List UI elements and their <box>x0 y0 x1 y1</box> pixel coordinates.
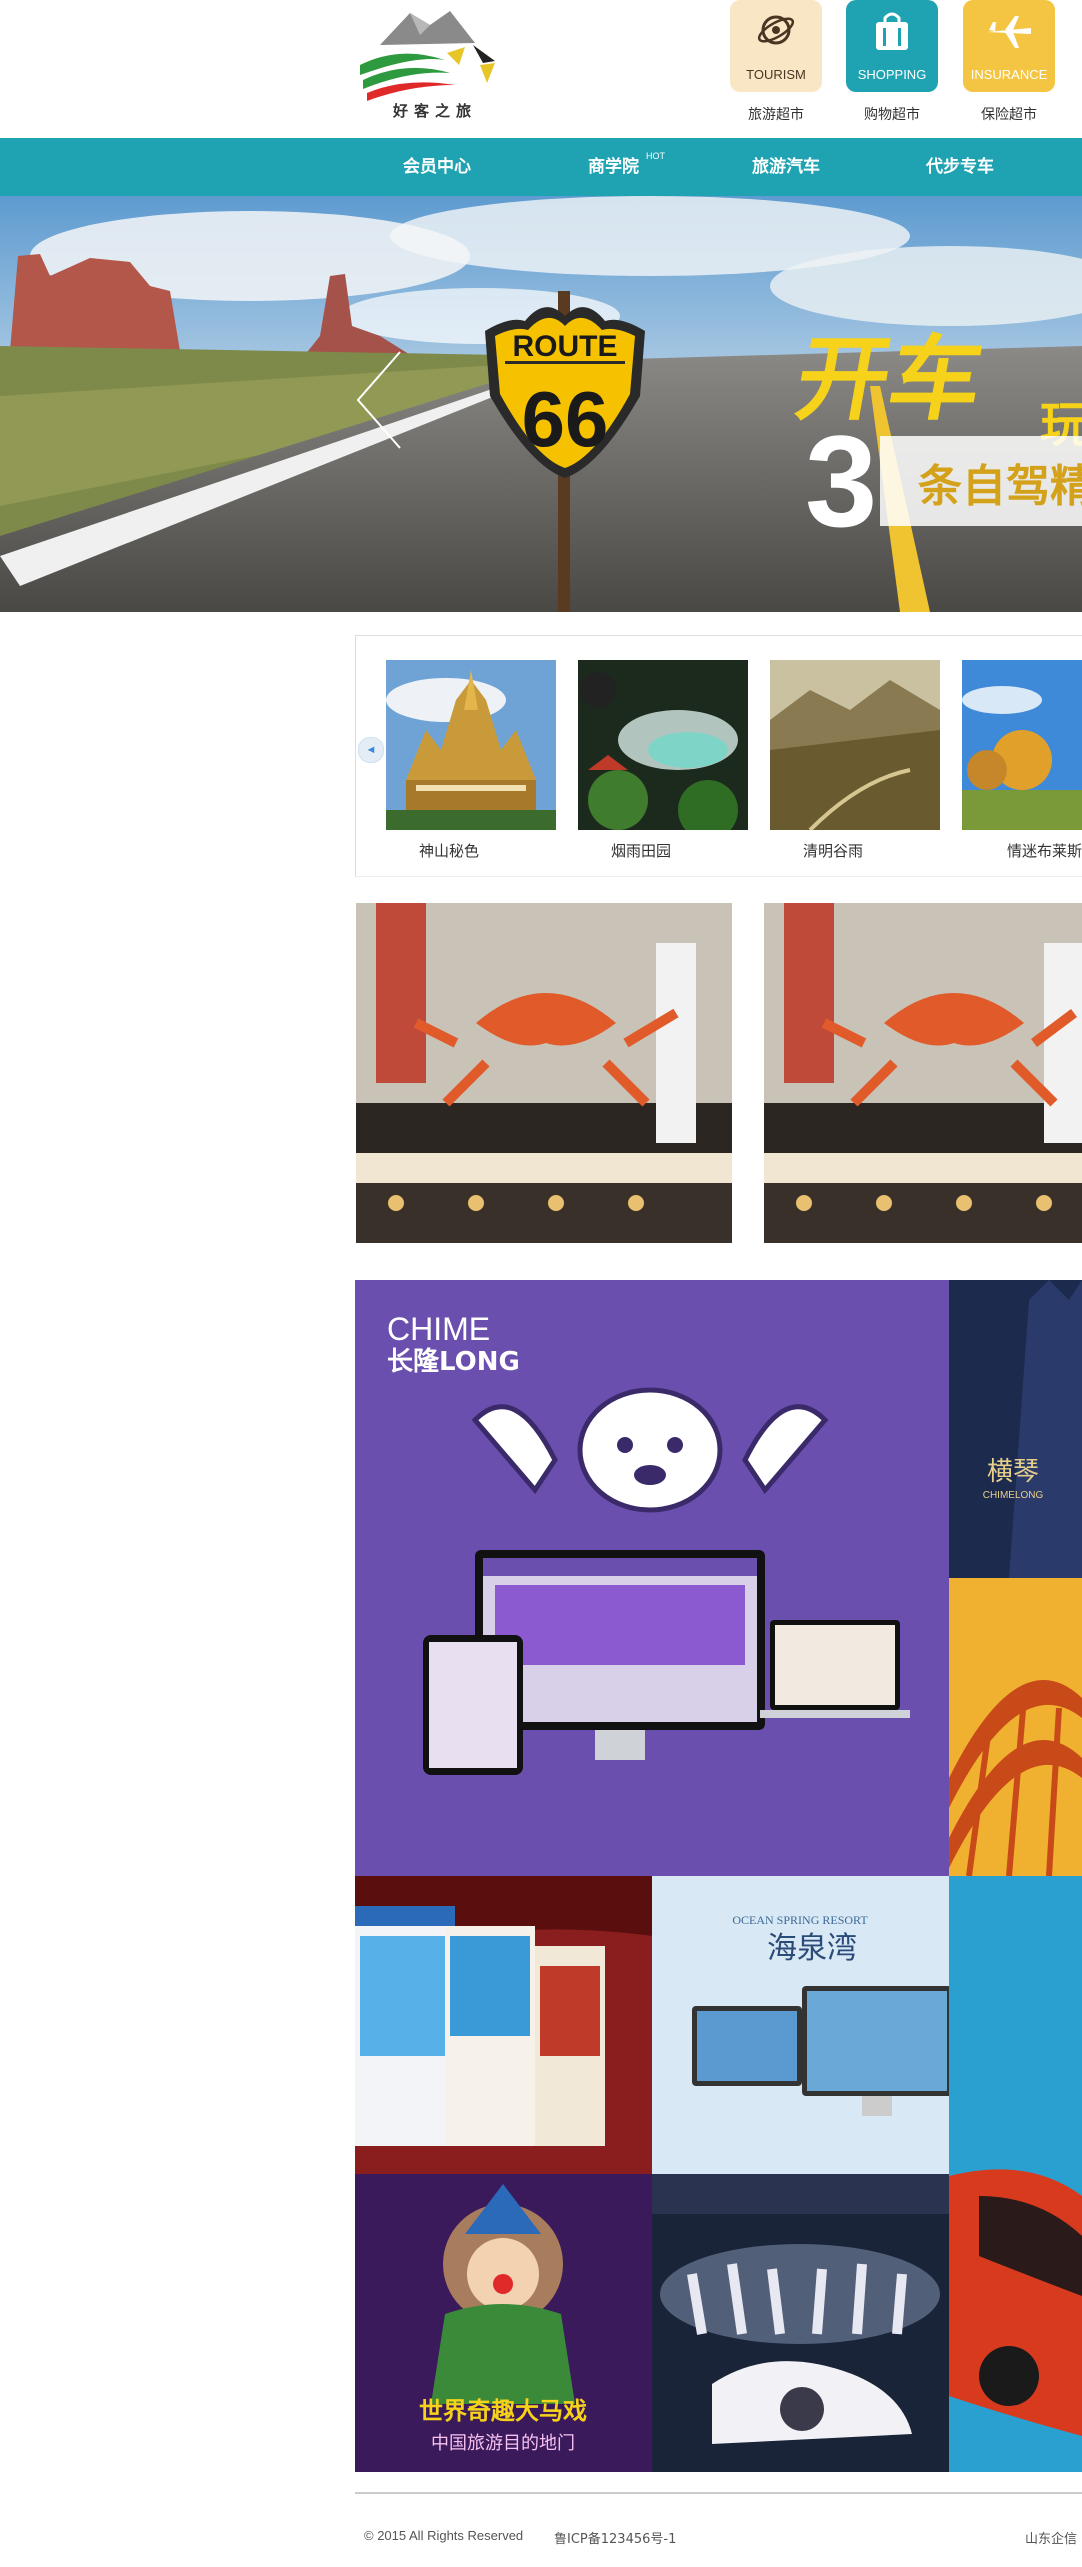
circus-title: 世界奇趣大马戏 <box>419 2397 587 2425</box>
footer-icp[interactable]: 鲁ICP备123456号-1 <box>554 2528 676 2547</box>
thumb-image-3[interactable] <box>770 660 940 830</box>
hero-banner-image: ROUTE 66 开车 玩 3 条自驾精 <box>0 196 1082 612</box>
haiquanwan-tile[interactable]: OCEAN SPRING RESORT 海泉湾 <box>652 1876 949 2174</box>
haiquanwan-sub: OCEAN SPRING RESORT <box>732 1913 868 1927</box>
racing-car-tile[interactable] <box>949 1876 1082 2472</box>
hot-badge: HOT <box>646 151 665 161</box>
shopping-tile[interactable]: SHOPPING <box>846 0 938 92</box>
globe-icon <box>757 15 795 45</box>
carousel-prev-button[interactable]: ◄ <box>358 737 384 763</box>
crab-restaurant-photo-2[interactable] <box>764 903 1082 1243</box>
dance-show-tile[interactable] <box>652 2174 949 2472</box>
insurance-badge: INSURANCE <box>970 67 1048 82</box>
airplane-icon <box>987 16 1031 48</box>
banner-big-number: 3 <box>805 408 877 554</box>
nav-member-center[interactable]: 会员中心 <box>403 138 471 196</box>
rollercoaster-tile[interactable] <box>949 1578 1082 1876</box>
thumb-caption-2[interactable]: 烟雨田园 <box>556 840 726 861</box>
insurance-link[interactable]: INSURANCE 保险超市 <box>963 0 1055 124</box>
tourism-link[interactable]: TOURISM 旅游超市 <box>730 0 822 124</box>
thumb-image-1[interactable] <box>386 660 556 830</box>
nav-business-school-label: 商学院 <box>588 157 639 177</box>
logo-caption: 好客之旅 <box>392 102 477 120</box>
footer-right-text[interactable]: 山东企信 <box>1025 2528 1077 2547</box>
circus-tile[interactable]: 世界奇趣大马戏 中国旅游目的地门 <box>355 2174 652 2472</box>
website-collage-tile[interactable] <box>355 1876 652 2174</box>
hengqin-sub: CHIMELONG <box>983 1490 1044 1501</box>
thumb-image-2[interactable] <box>578 660 748 830</box>
haiquanwan-title: 海泉湾 <box>767 1931 857 1966</box>
hero-banner[interactable]: ROUTE 66 开车 玩 3 条自驾精 <box>0 196 1082 612</box>
chimelong-tile[interactable]: CHIME 长隆LONG <box>355 1280 949 1876</box>
hengqin-title: 横琴 <box>987 1457 1039 1487</box>
chimelong-brand-2: 长隆LONG <box>387 1347 520 1377</box>
route-sign-top: ROUTE <box>513 330 618 363</box>
hengqin-tile[interactable]: 横琴 CHIMELONG <box>949 1280 1082 1578</box>
nav-private-car[interactable]: 代步专车 <box>926 138 994 196</box>
nav-business-school[interactable]: 商学院 <box>588 138 639 196</box>
shopping-link[interactable]: SHOPPING 购物超市 <box>846 0 938 124</box>
banner-subline: 条自驾精 <box>918 461 1082 512</box>
route-sign-number: 66 <box>522 375 609 463</box>
footer-copyright: © 2015 All Rights Reserved <box>364 2528 524 2543</box>
tourism-label[interactable]: 旅游超市 <box>730 104 822 124</box>
tourism-badge: TOURISM <box>746 67 806 82</box>
chimelong-brand-1: CHIME <box>387 1311 490 1347</box>
circus-sub: 中国旅游目的地门 <box>431 2433 575 2454</box>
main-nav: 会员中心 商学院 HOT 旅游汽车 代步专车 <box>0 138 1082 196</box>
thumb-caption-3[interactable]: 清明谷雨 <box>748 840 918 861</box>
shopping-badge: SHOPPING <box>857 67 927 82</box>
shopping-bag-icon <box>876 12 908 50</box>
banner-prev-arrow[interactable] <box>355 350 405 450</box>
insurance-label[interactable]: 保险超市 <box>963 104 1055 124</box>
tourism-tile[interactable]: TOURISM <box>730 0 822 92</box>
shopping-label[interactable]: 购物超市 <box>846 104 938 124</box>
thumb-image-4[interactable] <box>962 660 1082 830</box>
thumb-caption-1[interactable]: 神山秘色 <box>364 840 534 861</box>
insurance-tile[interactable]: INSURANCE <box>963 0 1055 92</box>
nav-tour-bus[interactable]: 旅游汽车 <box>752 138 820 196</box>
thumb-caption-4[interactable]: 情迷布莱斯 <box>960 840 1082 861</box>
footer-divider <box>355 2492 1082 2494</box>
crab-restaurant-photo-1[interactable] <box>356 903 732 1243</box>
